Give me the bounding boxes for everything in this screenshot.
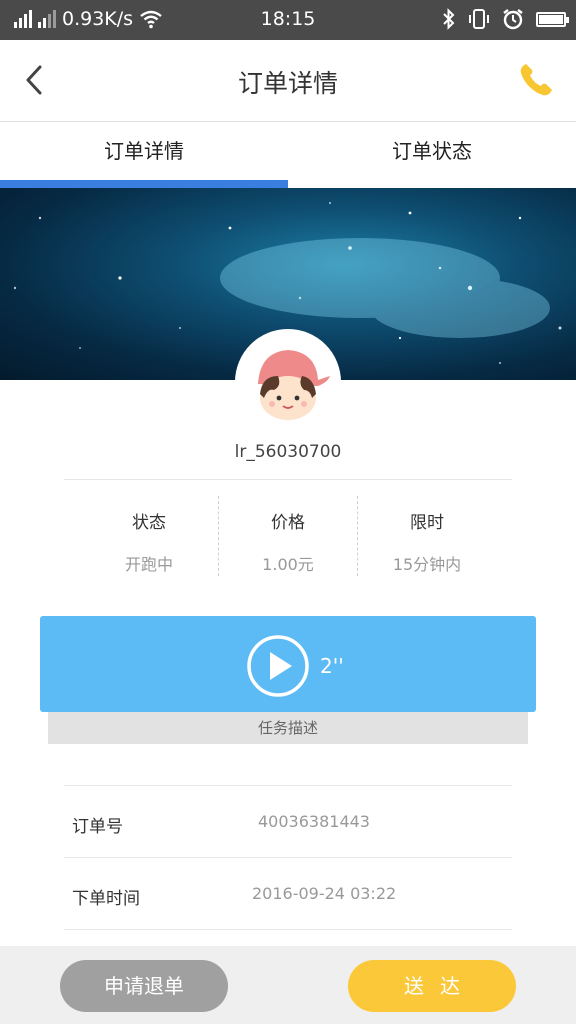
stat-price: 价格 1.00元 bbox=[218, 496, 357, 576]
stat-value: 开跑中 bbox=[124, 555, 173, 574]
order-stats: 状态 开跑中 价格 1.00元 限时 15分钟内 bbox=[80, 496, 496, 576]
order-number-value: 40036381443 bbox=[258, 812, 370, 831]
order-time-value: 2016-09-24 03:22 bbox=[252, 884, 397, 903]
order-time-row: 下单时间 2016-09-24 03:22 bbox=[64, 858, 512, 930]
stat-value: 1.00元 bbox=[262, 555, 314, 574]
stat-value: 15分钟内 bbox=[392, 555, 462, 574]
bottom-action-bar: 申请退单 送达 bbox=[0, 946, 576, 1024]
stat-status: 状态 开跑中 bbox=[80, 496, 218, 576]
bluetooth-icon bbox=[443, 8, 455, 30]
alarm-icon bbox=[503, 9, 523, 30]
order-number-label: 订单号 bbox=[72, 817, 123, 837]
vibrate-icon bbox=[469, 9, 489, 29]
username: lr_56030700 bbox=[234, 442, 342, 462]
order-number-row: 订单号 40036381443 bbox=[64, 786, 512, 858]
nav-bar: 订单详情 bbox=[0, 40, 576, 122]
battery-icon bbox=[536, 11, 569, 27]
voice-message-button[interactable]: 2'' bbox=[40, 616, 536, 712]
stat-time-limit: 限时 15分钟内 bbox=[357, 496, 496, 576]
tab-order-status[interactable]: 订单状态 bbox=[288, 122, 576, 188]
stat-label: 价格 bbox=[271, 513, 305, 533]
play-icon[interactable] bbox=[246, 634, 310, 698]
tab-order-detail[interactable]: 订单详情 bbox=[0, 122, 288, 188]
order-time-label: 下单时间 bbox=[72, 889, 140, 909]
divider bbox=[64, 929, 512, 930]
avatar bbox=[238, 332, 338, 432]
voice-duration: 2'' bbox=[320, 654, 344, 678]
phone-icon[interactable] bbox=[514, 58, 558, 102]
task-description-label: 任务描述 bbox=[48, 712, 528, 744]
deliver-button[interactable]: 送达 bbox=[348, 960, 516, 1012]
request-refund-button[interactable]: 申请退单 bbox=[60, 960, 228, 1012]
divider bbox=[64, 479, 512, 480]
stat-label: 限时 bbox=[410, 513, 444, 533]
tab-bar: 订单详情 订单状态 bbox=[0, 122, 576, 188]
status-right bbox=[442, 8, 569, 30]
page-title: 订单详情 bbox=[237, 69, 338, 98]
status-bar: 0.93K/s 18:15 bbox=[0, 0, 576, 40]
stat-label: 状态 bbox=[132, 513, 166, 533]
